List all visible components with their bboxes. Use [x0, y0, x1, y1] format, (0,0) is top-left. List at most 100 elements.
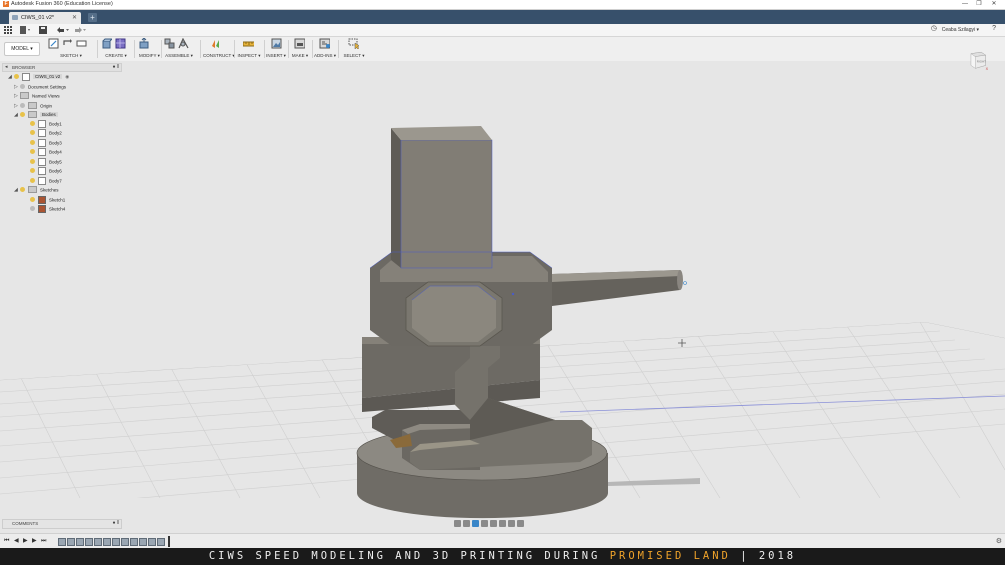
viewcube[interactable]: RIGHT Z X [968, 50, 990, 72]
rectangle-icon[interactable] [76, 38, 87, 49]
tree-item-origin[interactable]: ▷ Origin [14, 101, 52, 110]
go-to-end-icon[interactable]: ⏭ [41, 538, 46, 545]
app-grid-icon[interactable] [4, 26, 12, 34]
pan-icon[interactable] [472, 519, 479, 527]
expand-arrow-icon[interactable]: ◢ [14, 111, 20, 120]
timeline-feature[interactable] [76, 538, 84, 546]
new-tab-button[interactable]: + [88, 13, 97, 22]
comments-options-icon[interactable]: ● ‖ [113, 520, 119, 526]
orbit-icon[interactable] [454, 519, 461, 527]
close-tab-button[interactable]: ✕ [72, 14, 77, 21]
box-icon[interactable] [115, 38, 126, 49]
step-back-icon[interactable]: ◀ [14, 538, 19, 545]
tree-item-body[interactable]: Body3 [30, 138, 62, 147]
canvas-viewport[interactable] [0, 61, 1005, 532]
tree-item-body[interactable]: Body6 [30, 166, 62, 175]
look-at-icon[interactable] [463, 519, 470, 527]
offset-plane-icon[interactable] [211, 38, 222, 49]
visibility-bulb-icon[interactable] [30, 197, 35, 203]
extrude-icon[interactable] [101, 38, 112, 49]
expand-arrow-icon[interactable]: ◢ [14, 186, 20, 195]
tree-item-named-views[interactable]: ▷ Named Views [14, 91, 60, 100]
timeline-feature[interactable] [130, 538, 138, 546]
insert-group[interactable]: INSERT ▾ [266, 38, 286, 60]
addins-group[interactable]: ADD-INS ▾ [314, 38, 336, 60]
timeline-feature[interactable] [121, 538, 129, 546]
sketch-group[interactable]: SKETCH ▾ [48, 38, 94, 60]
visibility-bulb-icon[interactable] [30, 140, 35, 146]
tree-item-body[interactable]: Body7 [30, 176, 62, 185]
tree-item-sketch[interactable]: Sketch1 [30, 195, 65, 204]
construct-group[interactable]: CONSTRUCT ▾ [203, 38, 235, 60]
visibility-bulb-icon[interactable] [20, 187, 25, 193]
visibility-bulb-icon[interactable] [30, 206, 35, 212]
tree-item-body[interactable]: Body2 [30, 128, 62, 137]
timeline-feature[interactable] [103, 538, 111, 546]
tree-item-body[interactable]: Body5 [30, 157, 62, 166]
select-group[interactable]: SELECT ▾ [341, 38, 367, 60]
press-pull-icon[interactable] [139, 38, 150, 49]
browser-panel-header[interactable]: ◂ BROWSER ● ‖ [2, 63, 122, 72]
timeline-feature[interactable] [58, 538, 66, 546]
job-status-icon[interactable]: ◷ [931, 25, 937, 33]
close-window-button[interactable]: ✕ [988, 0, 1000, 9]
step-forward-icon[interactable]: ▶ [32, 538, 37, 545]
timeline-marker[interactable] [168, 536, 170, 547]
tree-item-body[interactable]: Body1 [30, 119, 62, 128]
file-menu-icon[interactable] [20, 26, 31, 34]
workspace-switcher[interactable]: MODEL ▾ [4, 42, 40, 56]
assemble-group[interactable]: ASSEMBLE ▾ [164, 38, 194, 60]
maximize-button[interactable]: ❐ [973, 0, 985, 9]
expand-arrow-icon[interactable]: ◢ [8, 73, 14, 82]
collapse-browser-icon[interactable]: ◂ [5, 64, 8, 70]
timeline-feature[interactable] [148, 538, 156, 546]
comments-panel[interactable]: COMMENTS ● ‖ [2, 519, 122, 529]
save-icon[interactable] [39, 26, 47, 34]
timeline-feature[interactable] [67, 538, 75, 546]
browser-options-icon[interactable]: ● ‖ [113, 64, 119, 70]
visibility-bulb-icon[interactable] [30, 149, 35, 155]
grid-settings-icon[interactable] [508, 519, 515, 527]
viewports-icon[interactable] [517, 519, 524, 527]
timeline-feature[interactable] [139, 538, 147, 546]
timeline-feature[interactable] [112, 538, 120, 546]
make-group[interactable]: MAKE ▾ [290, 38, 310, 60]
redo-icon[interactable] [73, 26, 87, 34]
inspect-group[interactable]: INSPECT ▾ [237, 38, 261, 60]
timeline-feature[interactable] [157, 538, 165, 546]
tree-root[interactable]: ◢ CIWS_01 v2 ◉ [8, 72, 69, 81]
joint-icon[interactable] [164, 38, 175, 49]
timeline-feature[interactable] [85, 538, 93, 546]
insert-image-icon[interactable] [271, 38, 282, 49]
timeline-settings-icon[interactable]: ⚙ [996, 537, 1002, 545]
user-account-menu[interactable]: Ceaba Szilagyi ▾ [942, 27, 979, 33]
play-icon[interactable]: ▶ [23, 538, 28, 545]
document-tab[interactable]: CIWS_01 v2* ✕ [9, 12, 81, 24]
visibility-bulb-icon[interactable] [30, 121, 35, 127]
3d-print-icon[interactable] [294, 38, 305, 49]
visibility-bulb-icon[interactable] [14, 74, 19, 80]
go-to-start-icon[interactable]: ⏮ [4, 538, 9, 545]
create-group[interactable]: CREATE ▾ [101, 38, 131, 60]
visibility-bulb-icon[interactable] [20, 112, 25, 118]
visibility-bulb-icon[interactable] [30, 178, 35, 184]
fit-icon[interactable] [490, 519, 497, 527]
modify-group[interactable]: MODIFY ▾ [139, 38, 160, 60]
visibility-bulb-icon[interactable] [30, 130, 35, 136]
zoom-icon[interactable] [481, 519, 488, 527]
tree-item-bodies[interactable]: ◢ Bodies [14, 110, 58, 119]
timeline-feature[interactable] [94, 538, 102, 546]
tree-item-sketches[interactable]: ◢ Sketches [14, 185, 59, 194]
measure-icon[interactable] [243, 38, 254, 49]
minimize-button[interactable]: — [959, 0, 971, 9]
sketch-icon[interactable] [48, 38, 59, 49]
as-built-joint-icon[interactable] [178, 38, 189, 49]
display-settings-icon[interactable] [499, 519, 506, 527]
scripts-icon[interactable] [319, 38, 330, 49]
visibility-bulb-icon[interactable] [30, 168, 35, 174]
tree-item-sketch[interactable]: Sketch4 [30, 204, 65, 213]
select-icon[interactable] [348, 38, 359, 49]
stop-sketch-icon[interactable] [62, 38, 73, 49]
visibility-bulb-icon[interactable] [20, 103, 25, 109]
help-icon[interactable]: ? [992, 25, 996, 33]
